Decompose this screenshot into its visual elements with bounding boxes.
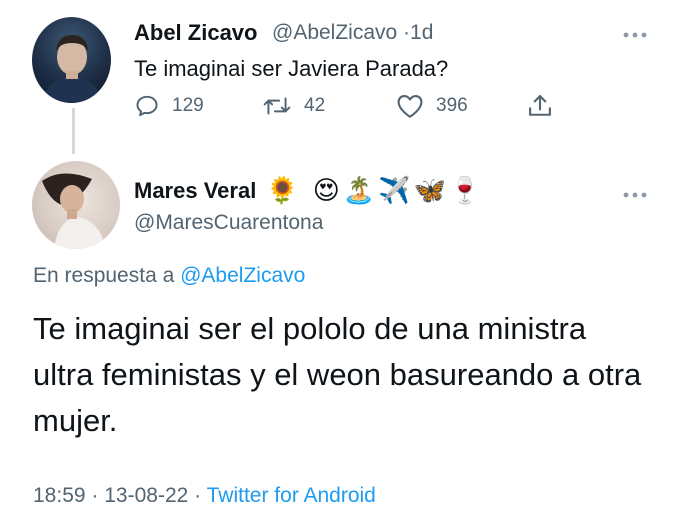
abel-zicavo-avatar[interactable] bbox=[32, 17, 111, 103]
more-dots-icon[interactable] bbox=[622, 22, 648, 45]
like-action[interactable]: 396 bbox=[396, 93, 468, 119]
mares-veral-avatar[interactable] bbox=[32, 161, 120, 249]
parent-author-name[interactable]: Abel Zicavo bbox=[134, 20, 257, 46]
butterfly-emoji: 🦋 bbox=[413, 176, 446, 206]
replying-to-link[interactable]: @AbelZicavo bbox=[180, 264, 305, 287]
parent-handle-text: @AbelZicavo bbox=[272, 21, 398, 44]
parent-time-ago[interactable]: 1d bbox=[410, 21, 433, 44]
tweet-date[interactable]: 13-08-22 bbox=[104, 484, 188, 507]
dot-separator: · bbox=[194, 484, 202, 507]
like-count: 396 bbox=[436, 95, 468, 116]
tweet-meta-line: 18:59 · 13-08-22 · Twitter for Android bbox=[33, 484, 376, 508]
author-emoji-row: 🌻 😍 🏝️ ✈️ 🦋 🍷 bbox=[266, 176, 481, 206]
parent-tweet-text: Te imaginai ser Javiera Parada? bbox=[134, 56, 449, 81]
dot-separator: · bbox=[91, 484, 99, 507]
heart-eyes-emoji: 😍 bbox=[312, 176, 340, 206]
dot-separator: · bbox=[403, 21, 411, 44]
reply-author-handle[interactable]: @MaresCuarentona bbox=[134, 211, 323, 235]
retweet-count: 42 bbox=[304, 95, 326, 116]
retweet-action[interactable]: 42 bbox=[262, 93, 325, 119]
reply-bubble-icon bbox=[136, 95, 158, 117]
replying-to-line: En respuesta a @AbelZicavo bbox=[33, 264, 305, 288]
more-dots-icon[interactable] bbox=[622, 182, 648, 205]
avatar-photo-icon bbox=[42, 173, 106, 249]
heart-icon bbox=[397, 95, 423, 118]
island-emoji: 🏝️ bbox=[342, 176, 376, 206]
wine-glass-emoji: 🍷 bbox=[448, 176, 482, 206]
reply-action[interactable]: 129 bbox=[134, 93, 204, 119]
tweet-source-link[interactable]: Twitter for Android bbox=[207, 484, 376, 507]
retweet-icon bbox=[263, 97, 291, 115]
reply-author-name: Mares Veral bbox=[134, 178, 257, 203]
share-icon bbox=[529, 95, 551, 116]
parent-author-handle[interactable]: @AbelZicavo ·1d bbox=[272, 21, 433, 45]
avatar-photo-icon bbox=[42, 35, 102, 103]
airplane-emoji: ✈️ bbox=[378, 176, 411, 206]
replying-prefix: En respuesta a bbox=[33, 264, 175, 287]
reply-author-line[interactable]: Mares Veral 🌻 😍 🏝️ ✈️ 🦋 🍷 bbox=[134, 176, 481, 206]
share-action[interactable] bbox=[526, 92, 554, 120]
sunflower-emoji: 🌻 bbox=[266, 176, 299, 206]
reply-count: 129 bbox=[172, 95, 204, 116]
tweet-time[interactable]: 18:59 bbox=[33, 484, 86, 507]
reply-tweet-text: Te imaginai ser el pololo de una ministr… bbox=[33, 311, 642, 438]
thread-connector-line bbox=[72, 108, 75, 154]
